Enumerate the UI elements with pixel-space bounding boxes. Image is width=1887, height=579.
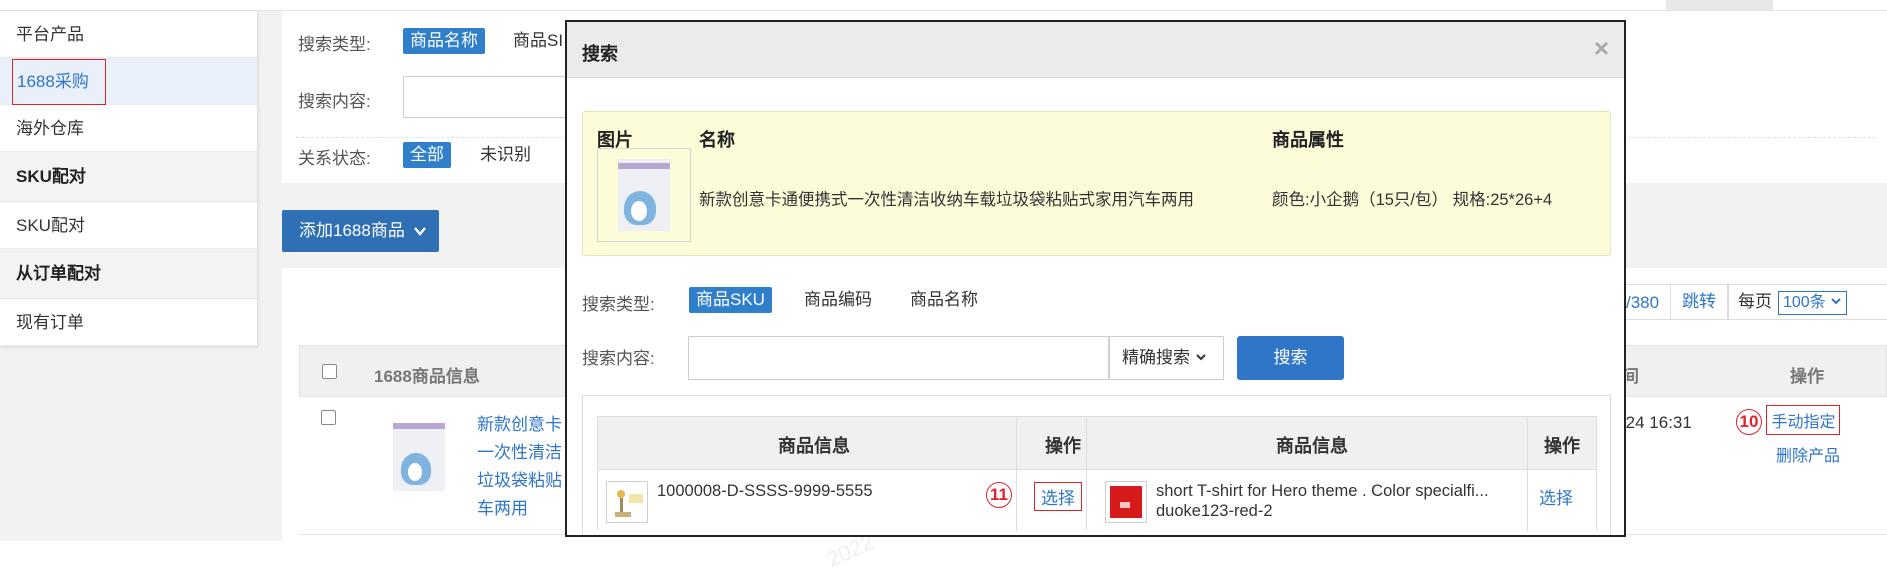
header-ops: 操作 — [1790, 367, 1824, 386]
modal-search-input[interactable] — [688, 336, 1109, 380]
sidebar-item-platform-products[interactable]: 平台产品 — [0, 11, 257, 58]
modal-search-type-label: 搜索类型: — [582, 295, 655, 314]
sidebar-item-label: 1688采购 — [12, 59, 106, 105]
top-tab[interactable] — [1666, 0, 1773, 10]
modal-search-content-label: 搜索内容: — [582, 349, 655, 368]
info-col-name: 名称 — [699, 130, 735, 150]
sidebar-item-sku-match[interactable]: SKU配对 — [0, 202, 257, 249]
sidebar-item-label: 海外仓库 — [16, 119, 84, 138]
sidebar-section-order: 从订单配对 — [0, 249, 257, 299]
modal-title: 搜索 — [582, 44, 618, 64]
left-product-sku: 1000008-D-SSSS-9999-5555 — [657, 482, 873, 500]
modal-type-code[interactable]: 商品编码 — [797, 287, 879, 313]
info-product-attrs: 颜色:小企鹅（15只/包） 规格:25*26+4 — [1272, 191, 1553, 209]
sidebar-section-sku: SKU配对 — [0, 152, 257, 202]
result-table: 商品信息 操作 商品信息 操作 1000008-D-SSSS-9999-5555… — [582, 395, 1611, 535]
sidebar: 平台产品 1688采购 海外仓库 SKU配对 SKU配对 从订单配对 现有订单 — [0, 11, 257, 346]
pager-jump-button[interactable]: 跳转 — [1670, 284, 1728, 320]
per-page-select[interactable]: 100条 — [1778, 291, 1848, 315]
right-select-button[interactable]: 选择 — [1539, 484, 1573, 509]
right-product-title: short T-shirt for Hero theme . Color spe… — [1156, 482, 1489, 500]
search-modal: 搜索 × 图片 名称 商品属性 新款创意卡通便携式一次性清洁收纳车载垃圾袋粘贴式… — [565, 20, 1626, 537]
match-mode-select[interactable]: 精确搜索 — [1109, 336, 1224, 380]
top-strip — [0, 0, 1887, 11]
product-image — [393, 423, 445, 491]
sidebar-item-1688-purchase[interactable]: 1688采购 — [0, 58, 257, 105]
add-1688-product-button[interactable]: 添加1688商品 — [282, 210, 439, 252]
select-all-checkbox[interactable] — [322, 364, 337, 379]
status-unrecognized-tag[interactable]: 未识别 — [473, 142, 538, 168]
sidebar-item-existing-orders[interactable]: 现有订单 — [0, 299, 257, 346]
step-marker-11: 11 — [986, 482, 1012, 508]
add-button-label: 添加1688商品 — [299, 221, 405, 240]
modal-type-name[interactable]: 商品名称 — [903, 287, 985, 313]
right-product-sku: duoke123-red-2 — [1156, 502, 1273, 520]
modal-type-sku[interactable]: 商品SKU — [689, 287, 772, 313]
header-left-product-info: 商品信息 — [778, 436, 850, 456]
search-type-label: 搜索类型: — [298, 35, 371, 54]
filter-type-product-name[interactable]: 商品名称 — [403, 28, 485, 54]
search-content-label: 搜索内容: — [298, 92, 371, 111]
chevron-down-icon — [413, 210, 427, 269]
info-product-image — [597, 148, 691, 242]
chevron-down-icon — [1196, 354, 1206, 361]
header-right-ops: 操作 — [1544, 436, 1580, 456]
result-table-header: 商品信息 操作 商品信息 操作 — [597, 416, 1597, 470]
modal-header: 搜索 × — [567, 22, 1624, 78]
delete-product-link[interactable]: 删除产品 — [1776, 442, 1840, 466]
row-time: -24 16:31 — [1620, 413, 1692, 432]
sidebar-item-label: 现有订单 — [16, 313, 84, 332]
sidebar-item-label: 平台产品 — [16, 25, 84, 44]
row-checkbox[interactable] — [321, 410, 336, 425]
left-product-thumb — [606, 481, 648, 523]
status-all-tag[interactable]: 全部 — [403, 142, 451, 168]
product-info-panel: 图片 名称 商品属性 新款创意卡通便携式一次性清洁收纳车载垃圾袋粘贴式家用汽车两… — [582, 111, 1611, 256]
left-select-button[interactable]: 选择 — [1034, 482, 1082, 511]
info-product-name: 新款创意卡通便携式一次性清洁收纳车载垃圾袋粘贴式家用汽车两用 — [699, 191, 1194, 209]
bottom-area — [0, 541, 1887, 579]
header-product-info: 1688商品信息 — [374, 367, 480, 386]
header-left-ops: 操作 — [1045, 436, 1081, 456]
row-product-title[interactable]: 新款创意卡 一次性清洁 垃圾袋粘贴 车两用 — [477, 411, 567, 523]
right-product-thumb — [1105, 481, 1147, 523]
row-ops: 10 手动指定 — [1736, 405, 1841, 435]
pager-per-page: 每页 100条 — [1728, 284, 1887, 320]
search-content-input[interactable] — [403, 76, 583, 118]
step-marker-10: 10 — [1736, 409, 1762, 435]
modal-search-button[interactable]: 搜索 — [1237, 336, 1344, 380]
chevron-down-icon — [1831, 298, 1841, 305]
filter-type-product-sku[interactable]: 商品SI — [506, 28, 570, 54]
close-icon[interactable]: × — [1594, 33, 1609, 64]
relation-status-label: 关系状态: — [298, 149, 371, 168]
info-col-attrs: 商品属性 — [1272, 130, 1344, 150]
sidebar-item-overseas-warehouse[interactable]: 海外仓库 — [0, 105, 257, 152]
sidebar-item-label: SKU配对 — [16, 216, 85, 235]
per-page-label: 每页 — [1738, 292, 1772, 311]
header-right-product-info: 商品信息 — [1276, 436, 1348, 456]
manual-assign-link[interactable]: 手动指定 — [1766, 405, 1841, 435]
